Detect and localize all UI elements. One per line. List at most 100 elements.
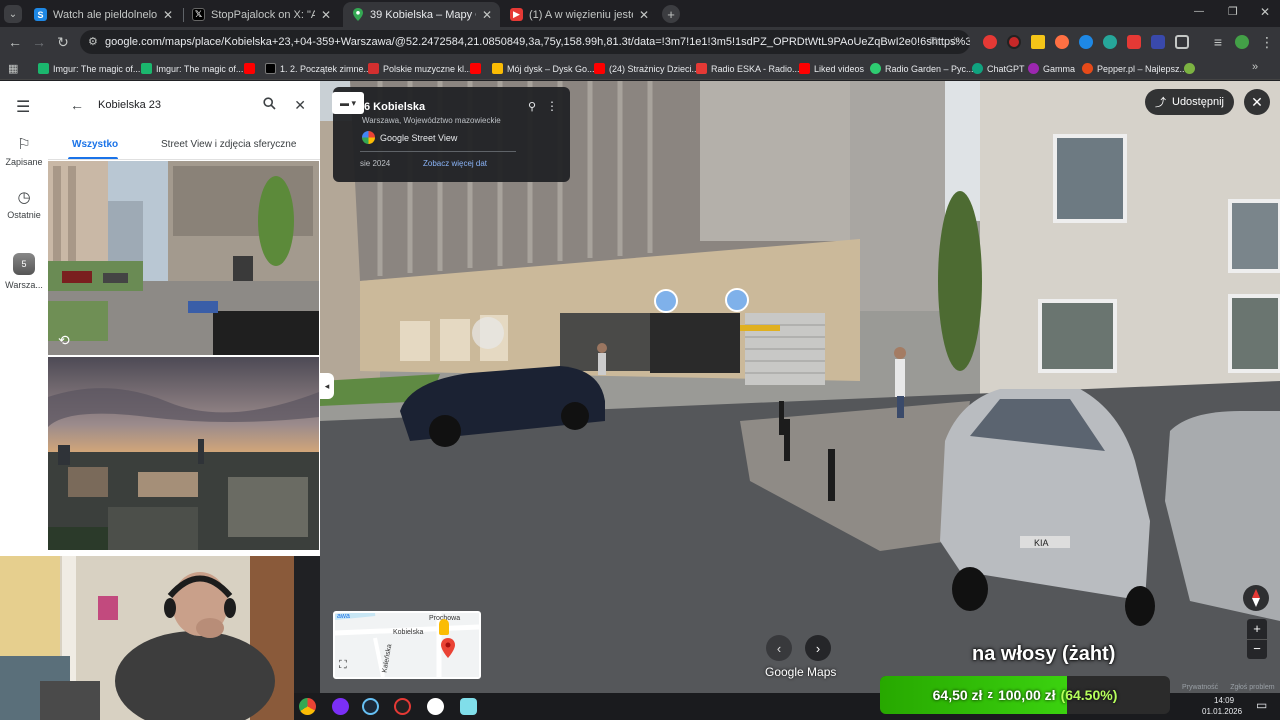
bookmark-gamma[interactable]: Gamma [1028,61,1075,76]
tab-close-icon[interactable]: ✕ [163,8,173,22]
obs-taskbar-icon[interactable] [427,698,444,715]
tab-title: (1) A w więzieniu jesteś bardzo [529,8,633,21]
tab-close-icon[interactable]: ✕ [321,8,331,22]
zoom-in-button[interactable]: + [1247,619,1267,639]
bookmark-polskie-muzyczne[interactable]: Polskie muzyczne kl... [368,61,472,76]
steam-taskbar-icon[interactable] [362,698,379,715]
bookmark-straznicy[interactable]: (24) Strażnicy Dzieci... [594,61,699,76]
open-in-app-icon[interactable]: ⧉ [930,35,938,48]
bookmark-extra[interactable] [1184,61,1195,76]
bookmark-pepper[interactable]: Pepper.pl – Najlepsz... [1082,61,1187,76]
clock-time: 14:09 [1214,696,1235,705]
close-window-button[interactable]: ✕ [1260,5,1270,19]
bookmark-imgur-2[interactable]: Imgur: The magic of... [141,61,243,76]
forward-icon[interactable]: → [30,33,48,51]
bookmark-x-post[interactable]: 1. 2. Początek zimne... [265,61,371,76]
bookmark-chatgpt[interactable]: ChatGPT [972,61,1025,76]
maximize-button[interactable]: ❐ [1228,5,1238,18]
close-street-view-button[interactable]: ✕ [1244,89,1270,115]
site-info-icon[interactable]: ⚙ [88,35,98,48]
bookmark-radio-eska[interactable]: Radio ESKA - Radio... [696,61,800,76]
menu-kebab-icon[interactable]: ⋮ [1258,33,1276,51]
new-tab-button[interactable]: + [662,5,680,23]
sv-more-icon[interactable]: ⋮ [546,99,558,113]
bookmark-liked-videos[interactable]: Liked videos [799,61,864,76]
bookmark-youtube-1[interactable] [244,61,255,76]
expand-minimap-icon[interactable]: ⛶ [339,659,347,672]
privacy-link[interactable]: Prywatność [1182,684,1218,691]
app-purple-taskbar-icon[interactable] [332,698,349,715]
car-brand-badge: KIA [1034,538,1049,548]
notes-taskbar-icon[interactable] [460,698,477,715]
pan-left-arrow-icon[interactable]: ‹ [766,635,792,661]
tab-wszystko[interactable]: Wszystko [72,139,118,150]
radio-eska-icon [696,63,707,74]
extension-imdb-icon[interactable] [1031,35,1045,49]
reload-icon[interactable]: ↻ [54,33,72,51]
extension-red-icon[interactable] [983,35,997,49]
extension-orange-icon[interactable] [1055,35,1069,49]
maps-pin-icon [351,8,364,21]
minimap[interactable]: Prochowa Kobielska Kaleńska awa ⛶ [333,611,481,679]
apps-grid-icon[interactable]: ▦ [8,62,18,75]
x-icon [265,63,276,74]
sv-address: 6 Kobielska [364,101,426,113]
rail-warsaw[interactable]: 5 Warsza... [0,253,48,290]
extension-dark-icon[interactable] [1007,35,1021,49]
chatgpt-icon [972,63,983,74]
tab-google-maps[interactable]: 39 Kobielska – Mapy Google ✕ [343,2,500,27]
tab-close-icon[interactable]: ✕ [639,8,649,22]
tab-search-button[interactable]: ⌄ [4,5,22,23]
tab-youtube[interactable]: ▶ (1) A w więzieniu jesteś bardzo ✕ [502,2,657,27]
photo-panorama[interactable] [48,357,319,550]
rail-saved[interactable]: ⚐ Zapisane [0,135,48,167]
address-bar[interactable]: ⚙ google.com/maps/place/Kobielska+23,+04… [80,30,970,54]
pegman-icon[interactable] [439,619,449,635]
bookmarks-overflow-icon[interactable]: » [1252,61,1258,73]
tab-close-icon[interactable]: ✕ [482,8,492,22]
recorder-taskbar-icon[interactable] [394,698,411,715]
back-icon[interactable]: ← [6,33,24,51]
back-arrow-icon[interactable]: ← [70,97,84,113]
bookmark-google-drive[interactable]: Mój dysk – Dysk Go... [492,61,595,76]
sv-pin-icon[interactable]: ⚲ [528,100,536,113]
pan-right-arrow-icon[interactable]: › [805,635,831,661]
compass-icon[interactable] [1243,585,1269,611]
hamburger-menu-icon[interactable]: ☰ [16,97,30,117]
street-view-360-icon: ⟲ [58,332,70,348]
layers-toggle-button[interactable]: ▬ ▾ [332,92,364,114]
tab-street-view[interactable]: Street View i zdjęcia sferyczne [161,139,296,150]
collapse-panel-handle[interactable]: ◂ [320,373,334,399]
extensions-puzzle-icon[interactable] [1175,35,1189,49]
photo-street-view[interactable]: ⟲ [48,161,319,355]
zoom-out-button[interactable]: − [1247,639,1267,659]
bookmark-star-icon[interactable]: ☆ [949,34,960,48]
extension-blue-icon[interactable] [1079,35,1093,49]
extension-teal-icon[interactable] [1103,35,1117,49]
minimize-button[interactable]: — [1194,6,1204,17]
sv-more-dates-link[interactable]: Zobacz więcej dat [423,159,487,168]
clear-search-icon[interactable]: ✕ [294,97,306,114]
bookmark-imgur-1[interactable]: Imgur: The magic of... [38,61,140,76]
search-icon[interactable] [263,97,276,113]
maps-side-panel: ← Kobielska 23 ✕ Wszystko Street View i … [48,81,320,556]
search-input[interactable]: Kobielska 23 [98,99,263,111]
chrome-taskbar-icon[interactable] [299,698,316,715]
tab-x-post[interactable]: 𝕏 StopPajalock on X: "Ale pierdolni ✕ [184,2,339,27]
rail-recent[interactable]: ◷ Ostatnie [0,188,48,220]
bookmark-youtube-2[interactable] [470,61,481,76]
donation-goal-bar: 64,50 zł z 100,00 zł (64.50%) [880,676,1170,714]
tab-streamers[interactable]: S Watch ale pieldolnelo | Streamers ✕ [26,2,181,27]
extension-badge-icon[interactable] [1151,35,1165,49]
share-button[interactable]: ⤴ Udostępnij [1145,89,1234,115]
notifications-icon[interactable]: ▭ [1256,698,1267,712]
report-problem-link[interactable]: Zgłoś problem [1230,684,1274,691]
bookmark-radio-garden[interactable]: Radio Garden – Pyc... [870,61,974,76]
maps-footer-links: Prywatność Zgłoś problem [1182,684,1275,691]
reading-list-icon[interactable]: ≡ [1209,33,1227,51]
profile-avatar[interactable] [1235,35,1249,49]
stream-caption: na włosy (żaht) [972,643,1116,665]
extension-adblock-icon[interactable] [1127,35,1141,49]
streamers-favicon-icon: S [34,8,47,21]
imgur-icon [141,63,152,74]
